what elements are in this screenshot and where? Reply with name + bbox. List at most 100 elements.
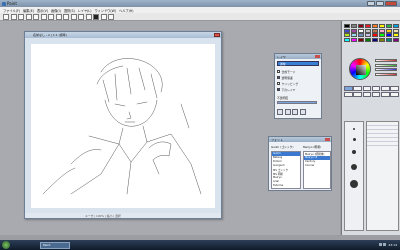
- color-swatch[interactable]: [385, 37, 393, 42]
- color-swatch[interactable]: [392, 37, 399, 42]
- airbrush-tool-icon[interactable]: [371, 86, 381, 91]
- font-list-item[interactable]: Courier: [304, 164, 330, 168]
- color-swatch[interactable]: [378, 24, 386, 28]
- color-swatch[interactable]: [350, 28, 358, 33]
- layer-option-row[interactable]: 透明保護: [277, 75, 319, 80]
- brush-size-option[interactable]: [352, 138, 356, 141]
- merge-layer-icon[interactable]: [292, 109, 298, 115]
- marker-tool-icon[interactable]: [362, 91, 372, 97]
- canvas-close-button[interactable]: [214, 32, 220, 37]
- lasso-icon[interactable]: [78, 13, 84, 20]
- menu-window[interactable]: ウィンドウ(W): [94, 8, 116, 13]
- font-list-item[interactable]: Tahoma: [272, 184, 300, 188]
- menu-view[interactable]: 表示(V): [37, 8, 48, 13]
- color-swatch[interactable]: [364, 33, 372, 38]
- blur-tool-icon[interactable]: [344, 91, 353, 97]
- color-black-icon[interactable]: [93, 13, 99, 20]
- menu-edit[interactable]: 編集(E): [23, 8, 34, 13]
- close-button[interactable]: [385, 1, 397, 6]
- maximize-button[interactable]: [376, 1, 384, 6]
- brush-option-row[interactable]: [367, 142, 398, 146]
- checkbox[interactable]: [277, 70, 280, 73]
- brush-tool-icon[interactable]: [362, 86, 372, 91]
- pen-tool-icon[interactable]: [353, 86, 362, 91]
- menu-image[interactable]: 画像(I): [51, 8, 61, 13]
- layer-option-row[interactable]: 下のレイヤ: [277, 87, 319, 92]
- color-swatch[interactable]: [378, 33, 386, 38]
- color-swatch[interactable]: [378, 28, 386, 33]
- color-swatch[interactable]: [357, 28, 365, 33]
- blue-slider[interactable]: [375, 68, 397, 71]
- select-tool-icon[interactable]: [371, 91, 381, 97]
- minimize-button[interactable]: [367, 1, 375, 6]
- opacity-slider[interactable]: [277, 101, 317, 104]
- color-swatch[interactable]: [350, 37, 358, 42]
- color-square[interactable]: [356, 65, 366, 75]
- color-swatch[interactable]: [357, 37, 365, 42]
- brush-size-option[interactable]: [350, 180, 358, 188]
- brush-size-option[interactable]: [351, 164, 357, 170]
- color-swatch[interactable]: [371, 33, 379, 38]
- brush-size-panel[interactable]: [344, 121, 364, 231]
- grid-icon[interactable]: [85, 13, 92, 20]
- color-swatch[interactable]: [392, 24, 399, 28]
- color-swatch[interactable]: [350, 33, 358, 38]
- fill-tool-icon[interactable]: [390, 86, 399, 91]
- color-swatch[interactable]: [385, 24, 393, 28]
- layer-panel-titlebar[interactable]: レイヤ: [275, 54, 321, 59]
- font-style-list[interactable]: Meiryo (明朝体) Meiryo UI Century Courier: [303, 151, 331, 189]
- delete-layer-icon[interactable]: [299, 109, 306, 115]
- start-button[interactable]: [2, 241, 10, 249]
- color-swatch[interactable]: [371, 37, 379, 42]
- brush-size-option[interactable]: [352, 150, 356, 154]
- color-swatch[interactable]: [371, 24, 379, 28]
- color-swatch[interactable]: [385, 28, 393, 33]
- canvas-titlebar[interactable]: 名前なし - 2 | 1:1 (標準): [25, 32, 221, 38]
- color-swatch[interactable]: [344, 24, 351, 28]
- menu-help[interactable]: ヘルプ(H): [119, 8, 133, 13]
- checkbox[interactable]: [277, 76, 280, 79]
- zoom-tool-icon[interactable]: [390, 91, 399, 97]
- undo-icon[interactable]: [25, 13, 32, 20]
- menu-layer[interactable]: レイヤ(L): [78, 8, 92, 13]
- network-icon[interactable]: [379, 243, 382, 246]
- color-swatch[interactable]: [378, 37, 386, 42]
- brush-size-option[interactable]: [353, 128, 355, 130]
- move-tool-icon[interactable]: [381, 91, 390, 97]
- color-swatch[interactable]: [364, 37, 372, 42]
- color-swatch[interactable]: [364, 28, 372, 33]
- volume-icon[interactable]: [383, 243, 386, 246]
- zoom-out-icon[interactable]: [48, 13, 54, 20]
- color-swatch[interactable]: [371, 28, 379, 33]
- color-wheel[interactable]: [349, 58, 371, 80]
- color-swatch[interactable]: [392, 28, 399, 33]
- color-swatch[interactable]: [357, 24, 365, 28]
- save-icon[interactable]: [18, 13, 24, 20]
- layer-option-row[interactable]: 合成モード: [277, 69, 319, 74]
- color-white-icon[interactable]: [100, 13, 107, 20]
- color-swatch[interactable]: [364, 24, 372, 28]
- color-swatch[interactable]: [392, 33, 399, 38]
- brush-options-panel[interactable]: [366, 121, 399, 231]
- red-slider[interactable]: [375, 59, 397, 62]
- color-swatch[interactable]: [350, 24, 358, 28]
- zoom-in-icon[interactable]: [40, 13, 47, 20]
- checkbox[interactable]: [277, 82, 280, 85]
- alpha-slider[interactable]: [375, 72, 397, 76]
- blend-mode-select[interactable]: 通常: [277, 61, 319, 66]
- app-titlebar[interactable]: Paint: [0, 0, 400, 7]
- new-file-icon[interactable]: [3, 13, 9, 20]
- menu-select[interactable]: 選択(S): [64, 8, 75, 13]
- layer-option-row[interactable]: クリッピング: [277, 81, 319, 86]
- pencil-tool-icon[interactable]: [344, 86, 353, 91]
- select-icon[interactable]: [70, 13, 77, 20]
- menu-file[interactable]: ファイル(F): [3, 8, 20, 13]
- font-panel-titlebar[interactable]: フォント: [269, 137, 331, 142]
- color-swatch[interactable]: [344, 33, 351, 38]
- layer-panel-close-button[interactable]: [315, 54, 320, 59]
- rotate-icon[interactable]: [55, 13, 62, 20]
- redo-icon[interactable]: [33, 13, 39, 20]
- font-family-list[interactable]: Gulim Batang Dotum Gungsuh MS ゴシック MS 明朝 Meiry…: [271, 151, 301, 189]
- ruler-icon[interactable]: [108, 13, 114, 20]
- color-swatch[interactable]: [344, 28, 351, 33]
